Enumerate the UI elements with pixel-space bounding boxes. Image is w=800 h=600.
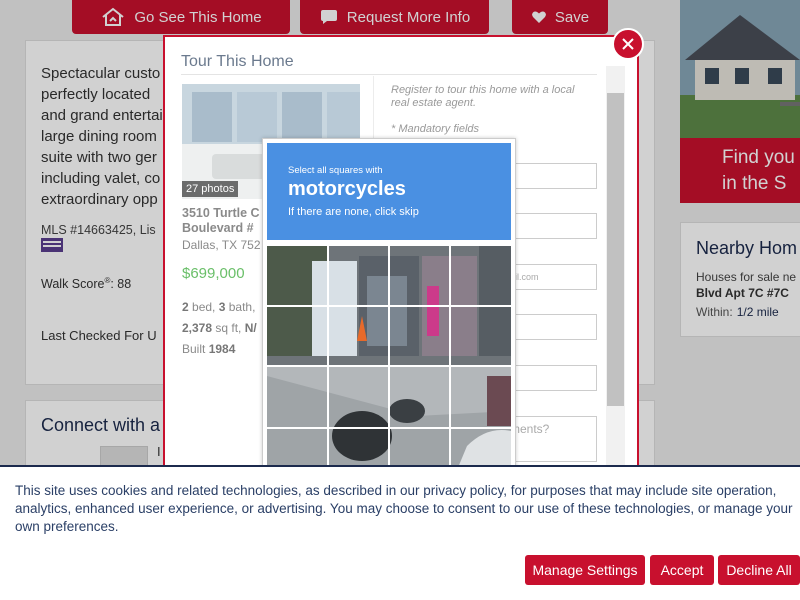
captcha-tile[interactable] [267, 428, 328, 470]
modal-facts: 2 bed, 3 bath, 2,378 sq ft, N/ Built 198… [182, 300, 257, 356]
date-field[interactable] [505, 365, 597, 391]
captcha-instruction: Select all squares with [288, 165, 383, 176]
captcha-tile[interactable] [450, 246, 511, 306]
manage-settings-button[interactable]: Manage Settings [525, 555, 645, 585]
modal-title: Tour This Home [181, 53, 294, 70]
scroll-thumb[interactable] [607, 93, 624, 406]
captcha-tile[interactable] [450, 306, 511, 366]
last-name-field[interactable] [505, 213, 597, 239]
first-name-field[interactable] [505, 163, 597, 189]
captcha-tile[interactable] [328, 428, 389, 470]
captcha-tile[interactable] [267, 366, 328, 428]
captcha-image-grid [267, 246, 511, 470]
modal-price: $699,000 [182, 265, 245, 282]
captcha-tile[interactable] [328, 246, 389, 306]
captcha-tile[interactable] [389, 246, 450, 306]
phone-field[interactable] [505, 314, 597, 340]
modal-divider [181, 74, 597, 75]
photo-count: 27 photos [182, 181, 239, 197]
mandatory-note: * Mandatory fields [391, 123, 480, 135]
captcha-tile[interactable] [389, 306, 450, 366]
captcha-tile[interactable] [267, 246, 328, 306]
accept-button[interactable]: Accept [650, 555, 714, 585]
captcha-tile[interactable] [450, 428, 511, 470]
modal-address: 3510 Turtle C Boulevard # [182, 206, 260, 235]
captcha-tile[interactable] [328, 366, 389, 428]
captcha-target: motorcycles [288, 178, 406, 200]
decline-all-button[interactable]: Decline All [718, 555, 800, 585]
captcha-tile[interactable] [267, 306, 328, 366]
close-button[interactable] [612, 28, 644, 60]
captcha-skip-hint: If there are none, click skip [288, 206, 419, 218]
captcha-tile[interactable] [450, 366, 511, 428]
captcha-tile[interactable] [328, 306, 389, 366]
modal-city: Dallas, TX 752 [182, 238, 261, 252]
captcha-tile[interactable] [389, 428, 450, 470]
close-icon [622, 38, 634, 50]
captcha-tile[interactable] [389, 366, 450, 428]
cookie-text: This site uses cookies and related techn… [15, 483, 793, 534]
register-text: Register to tour this home with a local … [391, 84, 575, 109]
